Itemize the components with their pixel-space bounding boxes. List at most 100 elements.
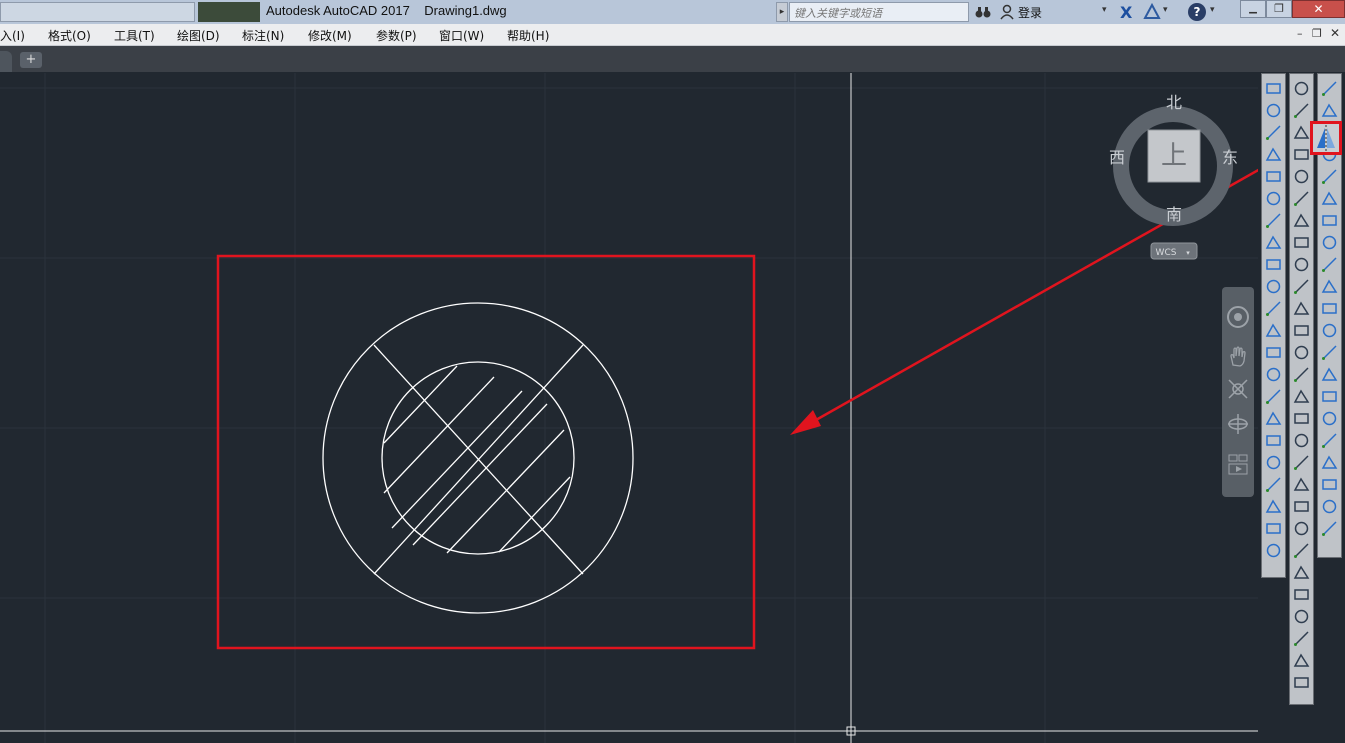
dimension-tool-icon[interactable]: [1265, 234, 1282, 251]
modify-tool-icon[interactable]: [1321, 322, 1338, 339]
new-tab-button[interactable]: +: [20, 52, 42, 68]
draw-tool-icon[interactable]: [1293, 432, 1310, 449]
doc-restore-icon[interactable]: ❐: [1312, 27, 1322, 40]
user-icon[interactable]: [999, 4, 1015, 20]
drawing-canvas[interactable]: 上 北 南 西 东 WCS ▾: [0, 73, 1258, 743]
modify-tool-icon[interactable]: [1321, 212, 1338, 229]
menu-window[interactable]: 窗口(W): [439, 27, 484, 44]
doc-minimize-icon[interactable]: –: [1297, 27, 1303, 40]
a360-dropdown-icon[interactable]: ▾: [1163, 5, 1168, 15]
dimension-tool-icon[interactable]: [1265, 168, 1282, 185]
modify-tool-icon[interactable]: [1321, 410, 1338, 427]
draw-tool-icon[interactable]: [1293, 256, 1310, 273]
draw-tool-icon[interactable]: [1293, 608, 1310, 625]
doc-close-icon[interactable]: ✕: [1330, 26, 1340, 40]
draw-tool-icon[interactable]: [1293, 278, 1310, 295]
zoom-extents-icon[interactable]: [1226, 377, 1250, 401]
draw-tool-icon[interactable]: [1293, 674, 1310, 691]
showmotion-icon[interactable]: [1226, 452, 1250, 476]
modify-tool-icon[interactable]: [1321, 388, 1338, 405]
draw-tool-icon[interactable]: [1293, 212, 1310, 229]
draw-tool-icon[interactable]: [1293, 102, 1310, 119]
mirror-icon[interactable]: [1310, 121, 1342, 155]
modify-tool-icon[interactable]: [1321, 278, 1338, 295]
draw-tool-icon[interactable]: [1293, 168, 1310, 185]
orbit-icon[interactable]: [1226, 412, 1250, 436]
dimension-tool-icon[interactable]: [1265, 256, 1282, 273]
close-button[interactable]: ✕: [1292, 0, 1345, 18]
draw-tool-icon[interactable]: [1293, 542, 1310, 559]
draw-tool-icon[interactable]: [1293, 322, 1310, 339]
draw-tool-icon[interactable]: [1293, 80, 1310, 97]
modify-tool-icon[interactable]: [1321, 476, 1338, 493]
draw-tool-icon[interactable]: [1293, 388, 1310, 405]
dimension-tool-icon[interactable]: [1265, 454, 1282, 471]
search-input[interactable]: 键入关键字或短语: [789, 2, 969, 22]
menu-dimension[interactable]: 标注(N): [242, 27, 284, 44]
draw-tool-icon[interactable]: [1293, 498, 1310, 515]
dimension-tool-icon[interactable]: [1265, 344, 1282, 361]
draw-tool-icon[interactable]: [1293, 520, 1310, 537]
menu-tools[interactable]: 工具(T): [114, 27, 155, 44]
exchange-icon[interactable]: X: [1120, 3, 1136, 22]
file-tab[interactable]: [0, 51, 12, 72]
modify-tool-icon[interactable]: [1321, 102, 1338, 119]
pan-hand-icon[interactable]: [1226, 345, 1250, 369]
drawing-area[interactable]: 上 北 南 西 东 WCS ▾: [0, 73, 1258, 743]
dimension-tool-icon[interactable]: [1265, 476, 1282, 493]
modify-tool-icon[interactable]: [1321, 256, 1338, 273]
dimension-tool-icon[interactable]: [1265, 410, 1282, 427]
dimension-tool-icon[interactable]: [1265, 190, 1282, 207]
dimension-tool-icon[interactable]: [1265, 322, 1282, 339]
dimension-tool-icon[interactable]: [1265, 432, 1282, 449]
draw-tool-icon[interactable]: [1293, 630, 1310, 647]
modify-tool-icon[interactable]: [1321, 234, 1338, 251]
draw-tool-icon[interactable]: [1293, 564, 1310, 581]
modify-tool-icon[interactable]: [1321, 80, 1338, 97]
dimension-tool-icon[interactable]: [1265, 520, 1282, 537]
restore-button[interactable]: ❐: [1266, 0, 1292, 18]
draw-tool-icon[interactable]: [1293, 190, 1310, 207]
taskbar-thumbnail[interactable]: [198, 2, 260, 22]
menu-insert[interactable]: 入(I): [0, 27, 25, 44]
dimension-tool-icon[interactable]: [1265, 102, 1282, 119]
modify-tool-icon[interactable]: [1321, 190, 1338, 207]
taskbar-thumbnail[interactable]: [0, 2, 195, 22]
dimension-tool-icon[interactable]: [1265, 124, 1282, 141]
viewcube[interactable]: 上 北 南 西 东 WCS ▾: [1109, 93, 1238, 260]
menu-modify[interactable]: 修改(M): [308, 27, 352, 44]
modify-tool-icon[interactable]: [1321, 432, 1338, 449]
menu-help[interactable]: 帮助(H): [507, 27, 549, 44]
draw-tool-icon[interactable]: [1293, 124, 1310, 141]
dimension-tool-icon[interactable]: [1265, 80, 1282, 97]
dimension-tool-icon[interactable]: [1265, 542, 1282, 559]
minimize-button[interactable]: ▁: [1240, 0, 1266, 18]
dimension-tool-icon[interactable]: [1265, 300, 1282, 317]
draw-tool-icon[interactable]: [1293, 366, 1310, 383]
modify-tool-icon[interactable]: [1321, 366, 1338, 383]
menu-params[interactable]: 参数(P): [376, 27, 417, 44]
draw-tool-icon[interactable]: [1293, 476, 1310, 493]
modify-tool-icon[interactable]: [1321, 344, 1338, 361]
draw-tool-icon[interactable]: [1293, 300, 1310, 317]
help-dropdown-icon[interactable]: ▾: [1210, 5, 1215, 15]
menu-draw[interactable]: 绘图(D): [177, 27, 220, 44]
modify-tool-icon[interactable]: [1321, 168, 1338, 185]
help-icon[interactable]: ?: [1188, 3, 1206, 21]
modify-tool-icon[interactable]: [1321, 498, 1338, 515]
draw-tool-icon[interactable]: [1293, 234, 1310, 251]
modify-tool-icon[interactable]: [1321, 454, 1338, 471]
modify-tool-icon[interactable]: [1321, 520, 1338, 537]
menu-format[interactable]: 格式(O): [48, 27, 91, 44]
draw-tool-icon[interactable]: [1293, 410, 1310, 427]
search-arrow-icon[interactable]: ▸: [776, 2, 788, 22]
draw-tool-icon[interactable]: [1293, 146, 1310, 163]
dimension-tool-icon[interactable]: [1265, 388, 1282, 405]
dimension-tool-icon[interactable]: [1265, 212, 1282, 229]
dimension-tool-icon[interactable]: [1265, 146, 1282, 163]
modify-tool-icon[interactable]: [1321, 300, 1338, 317]
dimension-tool-icon[interactable]: [1265, 366, 1282, 383]
steeringwheel-icon[interactable]: [1226, 305, 1250, 329]
login-link[interactable]: 登录: [1018, 4, 1042, 21]
draw-tool-icon[interactable]: [1293, 454, 1310, 471]
